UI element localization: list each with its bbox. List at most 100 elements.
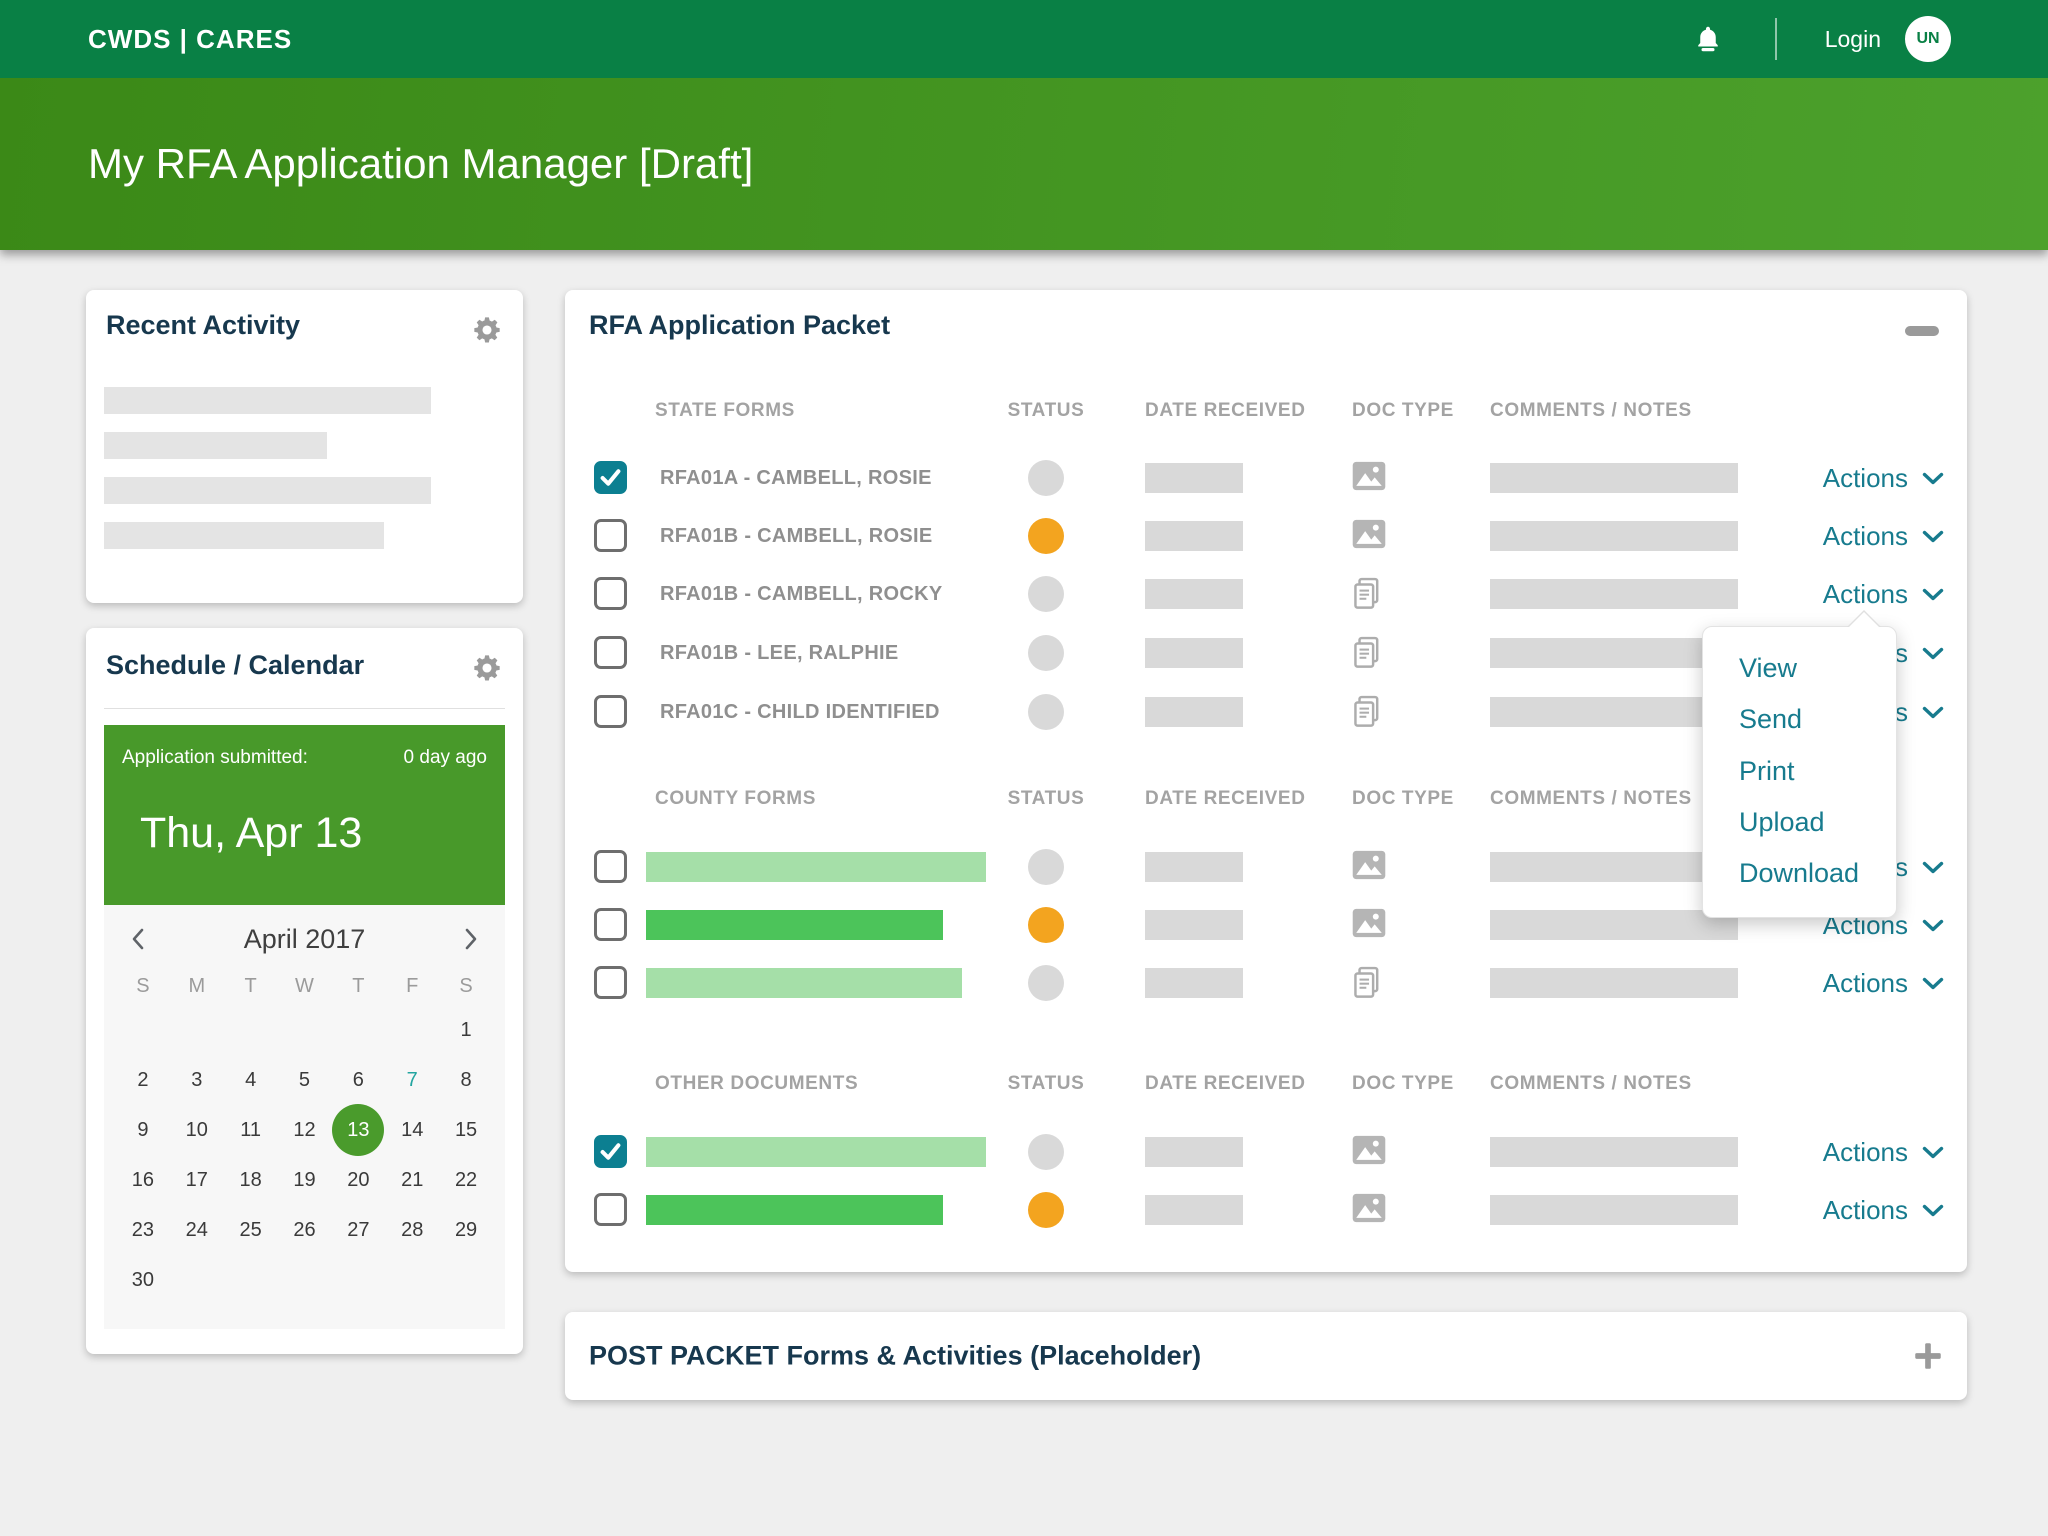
page-title: My RFA Application Manager [Draft]: [88, 140, 754, 187]
calendar-day[interactable]: 20: [331, 1155, 385, 1205]
calendar-day-label: 8: [460, 1068, 472, 1091]
chevron-right-icon[interactable]: [464, 927, 479, 956]
row-checkbox[interactable]: [594, 461, 627, 494]
calendar-day-label: 3: [191, 1068, 203, 1091]
packet-row: Actions: [565, 1123, 1967, 1181]
section-name: STATE FORMS: [655, 400, 795, 421]
calendar-day[interactable]: 22: [439, 1155, 493, 1205]
calendar-day[interactable]: 8: [439, 1055, 493, 1105]
menu-item-print[interactable]: Print: [1739, 756, 1886, 787]
banner-row: Application submitted: 0 day ago: [122, 747, 487, 769]
calendar-day[interactable]: 16: [116, 1155, 170, 1205]
row-checkbox[interactable]: [594, 966, 627, 999]
form-name-placeholder-bar: [646, 1195, 943, 1225]
user-avatar[interactable]: UN: [1905, 16, 1951, 62]
column-header-status: STATUS: [1007, 788, 1085, 809]
calendar-day[interactable]: 3: [170, 1055, 224, 1105]
calendar-day-label: 11: [240, 1118, 262, 1141]
chevron-down-icon: [1922, 861, 1944, 874]
menu-item-upload[interactable]: Upload: [1739, 807, 1886, 838]
form-name-placeholder-bar: [646, 852, 986, 882]
row-checkbox[interactable]: [594, 577, 627, 610]
app-logo: CWDS | CARES: [88, 23, 293, 54]
calendar-day[interactable]: 25: [224, 1205, 278, 1255]
row-checkbox[interactable]: [594, 908, 627, 941]
actions-dropdown[interactable]: Actions: [1823, 565, 1944, 623]
status-indicator: [1028, 907, 1064, 943]
actions-dropdown[interactable]: Actions: [1823, 449, 1944, 507]
calendar-day[interactable]: 6: [331, 1055, 385, 1105]
calendar-day[interactable]: 24: [170, 1205, 224, 1255]
calendar-day[interactable]: 5: [278, 1055, 332, 1105]
row-checkbox[interactable]: [594, 1135, 627, 1168]
calendar-day[interactable]: 11: [224, 1105, 278, 1155]
calendar-day[interactable]: 17: [170, 1155, 224, 1205]
row-checkbox[interactable]: [594, 850, 627, 883]
schedule-calendar-card: Schedule / Calendar Application submitte…: [86, 628, 523, 1354]
calendar-day[interactable]: 14: [385, 1105, 439, 1155]
menu-item-view[interactable]: View: [1739, 653, 1886, 684]
calendar-day[interactable]: 19: [278, 1155, 332, 1205]
actions-dropdown[interactable]: Actions: [1823, 507, 1944, 565]
calendar-day[interactable]: 27: [331, 1205, 385, 1255]
calendar-day[interactable]: 2: [116, 1055, 170, 1105]
post-packet-title: POST PACKET Forms & Activities (Placehol…: [589, 1340, 1202, 1371]
actions-label: Actions: [1822, 967, 1908, 998]
column-header-comments: COMMENTS / NOTES: [1490, 1073, 1692, 1094]
recent-activity-card: Recent Activity: [86, 290, 523, 603]
calendar-weekday: T: [244, 975, 257, 997]
calendar-weekday: W: [295, 975, 314, 997]
actions-dropdown[interactable]: Actions: [1823, 1123, 1944, 1181]
calendar-day-label: 13: [332, 1104, 385, 1156]
actions-dropdown[interactable]: Actions: [1823, 1181, 1944, 1239]
calendar-day[interactable]: 10: [170, 1105, 224, 1155]
row-checkbox[interactable]: [594, 695, 627, 728]
gear-icon[interactable]: [471, 314, 503, 346]
notification-bell-icon[interactable]: [1693, 24, 1723, 54]
calendar-day[interactable]: 30: [116, 1255, 170, 1305]
menu-item-download[interactable]: Download: [1739, 858, 1886, 889]
row-checkbox[interactable]: [594, 636, 627, 669]
activity-placeholder-list: [104, 387, 505, 549]
gear-icon[interactable]: [471, 652, 503, 684]
calendar-day[interactable]: 28: [385, 1205, 439, 1255]
column-header-status: STATUS: [1007, 400, 1085, 421]
calendar-day[interactable]: 26: [278, 1205, 332, 1255]
calendar-day-label: 24: [185, 1218, 208, 1241]
calendar-day[interactable]: 1: [439, 1005, 493, 1055]
calendar-day[interactable]: 7: [385, 1055, 439, 1105]
title-divider: [104, 708, 505, 709]
calendar-day[interactable]: 29: [439, 1205, 493, 1255]
calendar-day-label: 4: [245, 1068, 257, 1091]
activity-placeholder-bar: [104, 432, 327, 459]
calendar-day[interactable]: 12: [278, 1105, 332, 1155]
calendar-day[interactable]: 9: [116, 1105, 170, 1155]
comments-placeholder: [1490, 579, 1738, 609]
calendar-day-label: 23: [131, 1218, 155, 1241]
login-button[interactable]: Login: [1825, 26, 1881, 53]
expand-plus-icon[interactable]: [1911, 1339, 1945, 1373]
calendar-day[interactable]: 23: [116, 1205, 170, 1255]
chevron-down-icon: [1922, 919, 1944, 932]
calendar-empty-cell: [224, 1255, 278, 1305]
calendar-day[interactable]: 15: [439, 1105, 493, 1155]
topbar-divider: [1774, 18, 1777, 60]
calendar-weekday: S: [136, 975, 150, 997]
row-checkbox[interactable]: [594, 1193, 627, 1226]
calendar-day-label: 30: [131, 1268, 155, 1291]
calendar-day[interactable]: 4: [224, 1055, 278, 1105]
section-header-row: OTHER DOCUMENTS STATUS DATE RECEIVED DOC TY…: [565, 1073, 1967, 1099]
calendar-day[interactable]: 18: [224, 1155, 278, 1205]
actions-dropdown[interactable]: Actions: [1823, 954, 1944, 1012]
status-indicator: [1028, 694, 1064, 730]
menu-item-send[interactable]: Send: [1739, 704, 1886, 735]
calendar-day-label: 28: [401, 1218, 424, 1241]
column-header-date-received: DATE RECEIVED: [1145, 788, 1306, 809]
form-name-placeholder-bar: [646, 910, 943, 940]
row-checkbox[interactable]: [594, 519, 627, 552]
calendar-day-selected[interactable]: 13: [331, 1104, 385, 1156]
calendar-empty-cell: [385, 1005, 439, 1055]
calendar-day[interactable]: 21: [385, 1155, 439, 1205]
calendar-day-label: 15: [454, 1118, 478, 1141]
section-header-row: STATE FORMS STATUS DATE RECEIVED DOC TYPE CO…: [565, 400, 1967, 426]
